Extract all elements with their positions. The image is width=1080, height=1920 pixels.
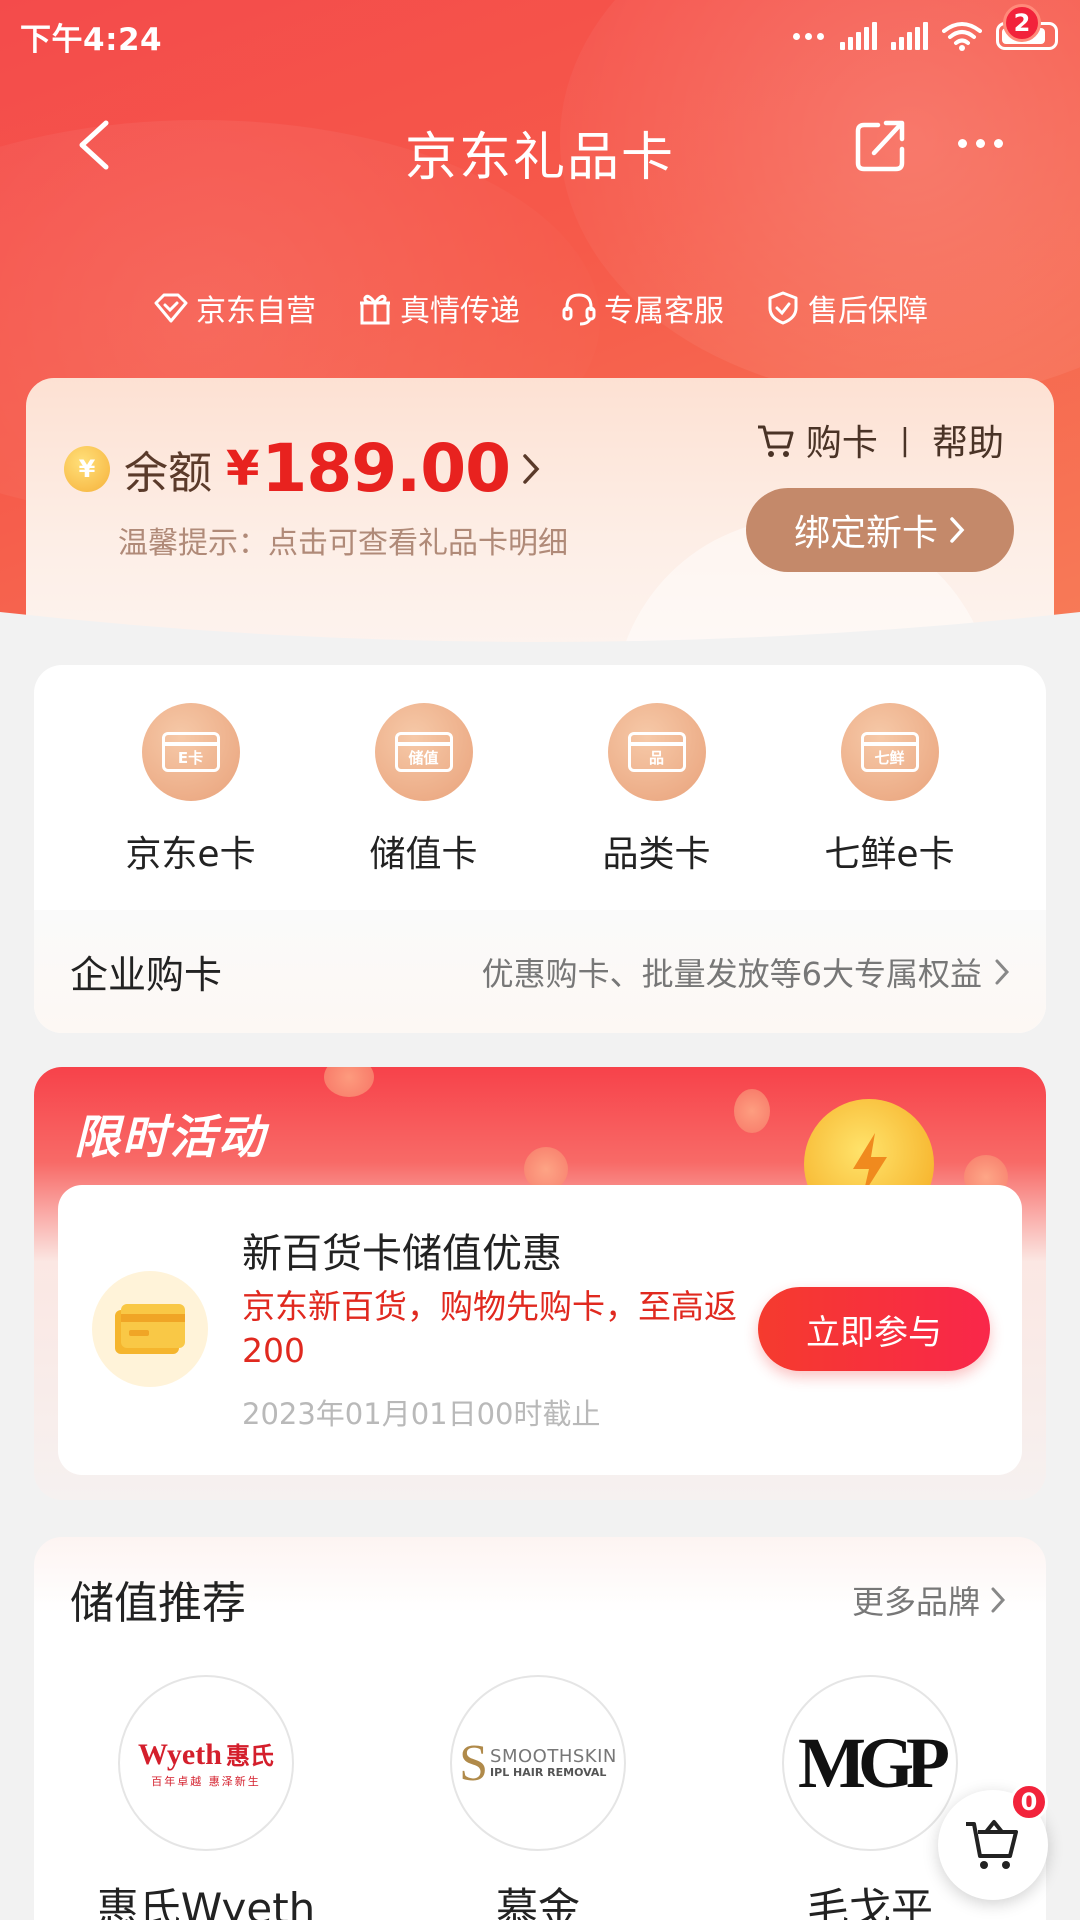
header-wave-divider (0, 612, 1080, 672)
card-type-stored-value[interactable]: 储值 储值卡 (314, 703, 534, 877)
mgp-logo: MGP (782, 1675, 958, 1851)
enterprise-desc: 优惠购卡、批量发放等6大专属权益 (482, 949, 1010, 995)
card-payment-icon (92, 1271, 208, 1387)
bind-new-card-button[interactable]: 绑定新卡 (746, 488, 1014, 572)
card-type-jd-ecard[interactable]: E卡 京东e卡 (81, 703, 301, 877)
enterprise-title: 企业购卡 (70, 953, 223, 997)
balance-card[interactable]: ¥ 余额 ¥ 189.00 温馨提示：点击可查看礼品卡明细 购卡 | 帮助 绑定… (26, 378, 1054, 646)
notification-badge: 2 (1003, 4, 1041, 42)
cart-icon (757, 425, 794, 457)
smoothskin-logo: S SMOOTHSKIN IPL HAIR REMOVAL (450, 1675, 626, 1851)
help-link[interactable]: 帮助 (932, 414, 1004, 466)
share-icon[interactable] (850, 115, 910, 175)
enterprise-purchase-row[interactable]: 企业购卡 优惠购卡、批量发放等6大专属权益 (34, 910, 1046, 1033)
balance-label: 余额 (124, 447, 212, 499)
status-bar: 下午4:24 (0, 0, 1080, 72)
coin-icon: ¥ (64, 445, 110, 492)
navigation-bar: 京东礼品卡 (0, 95, 1080, 195)
status-time: 下午4:24 (20, 21, 163, 58)
balance-amount: 189.00 (261, 430, 511, 507)
stored-value-card-icon: 储值 (374, 703, 473, 801)
brand-wyeth[interactable]: Wyeth 惠氏 百年卓越 惠泽新生 惠氏Wyeth (97, 1675, 315, 1920)
signal-icon (840, 22, 877, 50)
headset-icon (562, 293, 596, 326)
join-now-button[interactable]: 立即参与 (758, 1287, 990, 1371)
activity-name: 新百货卡储值优惠 (242, 1231, 562, 1277)
7fresh-card-icon: 七鲜 (840, 703, 939, 801)
category-card-icon: 品 (607, 703, 706, 801)
buy-help-links: 购卡 | 帮助 (756, 414, 1004, 466)
gift-icon (360, 294, 390, 325)
separator: | (899, 422, 910, 458)
chevron-right-icon (523, 453, 540, 484)
balance-tip: 温馨提示：点击可查看礼品卡明细 (118, 526, 568, 561)
wifi-icon (942, 22, 982, 51)
service-features: 京东自营 真情传递 专属客服 售后保障 (0, 283, 1080, 333)
feature-true-feelings: 真情传递 (356, 283, 520, 333)
wyeth-logo: Wyeth 惠氏 百年卓越 惠泽新生 (118, 1675, 294, 1851)
buy-card-link[interactable]: 购卡 (806, 414, 878, 466)
brand-maogeping[interactable]: MGP 毛戈平 (780, 1675, 960, 1920)
card-type-7fresh[interactable]: 七鲜 七鲜e卡 (780, 703, 1000, 877)
card-type-category[interactable]: 品 品类卡 (547, 703, 767, 877)
feature-jd-self-operated: 京东自营 (152, 283, 316, 333)
balance-row[interactable]: ¥ 余额 ¥ 189.00 (64, 430, 542, 507)
activity-deadline: 2023年01月01日00时截止 (242, 1397, 601, 1431)
activity-card[interactable]: 新百货卡储值优惠 京东新百货，购物先购卡，至高返200 2023年01月01日0… (58, 1185, 1022, 1475)
page-title: 京东礼品卡 (404, 128, 675, 188)
shield-check-icon (768, 291, 798, 325)
recommend-title: 储值推荐 (70, 1578, 246, 1629)
more-brands-link[interactable]: 更多品牌 (852, 1577, 1006, 1623)
chevron-right-icon (950, 517, 965, 543)
activity-desc: 京东新百货，购物先购卡，至高返200 (242, 1287, 737, 1370)
balance-currency: ¥ (226, 440, 260, 497)
cart-count-badge: 0 (1010, 1783, 1048, 1821)
limited-activity-panel: 限时活动 新百货卡储值优惠 京东新百货，购物先购卡，至高返200 2023年01… (34, 1067, 1046, 1500)
chevron-right-icon (995, 959, 1010, 984)
signal-icon (891, 22, 928, 50)
feature-dedicated-service: 专属客服 (560, 283, 724, 333)
ecard-icon: E卡 (141, 703, 240, 801)
brand-smoothskin[interactable]: S SMOOTHSKIN IPL HAIR REMOVAL 慕金 (448, 1675, 628, 1920)
shopping-cart-icon (966, 1820, 1018, 1869)
decor-coin (734, 1089, 770, 1133)
feature-after-sales: 售后保障 (764, 283, 928, 333)
card-types-panel: E卡 京东e卡 储值 储值卡 品 品类卡 七鲜 七鲜e卡 企业购卡 优惠购卡、批… (34, 665, 1046, 1033)
stored-value-recommend-panel: 储值推荐 更多品牌 Wyeth 惠氏 百年卓越 惠泽新生 惠氏Wyeth S SM… (34, 1537, 1046, 1920)
more-dots-icon (793, 32, 824, 40)
diamond-check-icon (154, 293, 188, 323)
decor-coin (324, 1067, 374, 1097)
chevron-right-icon (991, 1587, 1006, 1613)
activity-title: 限时活动 (74, 1110, 266, 1164)
card-types-row: E卡 京东e卡 储值 储值卡 品 品类卡 七鲜 七鲜e卡 (34, 665, 1046, 877)
more-menu-icon[interactable] (958, 123, 1018, 163)
